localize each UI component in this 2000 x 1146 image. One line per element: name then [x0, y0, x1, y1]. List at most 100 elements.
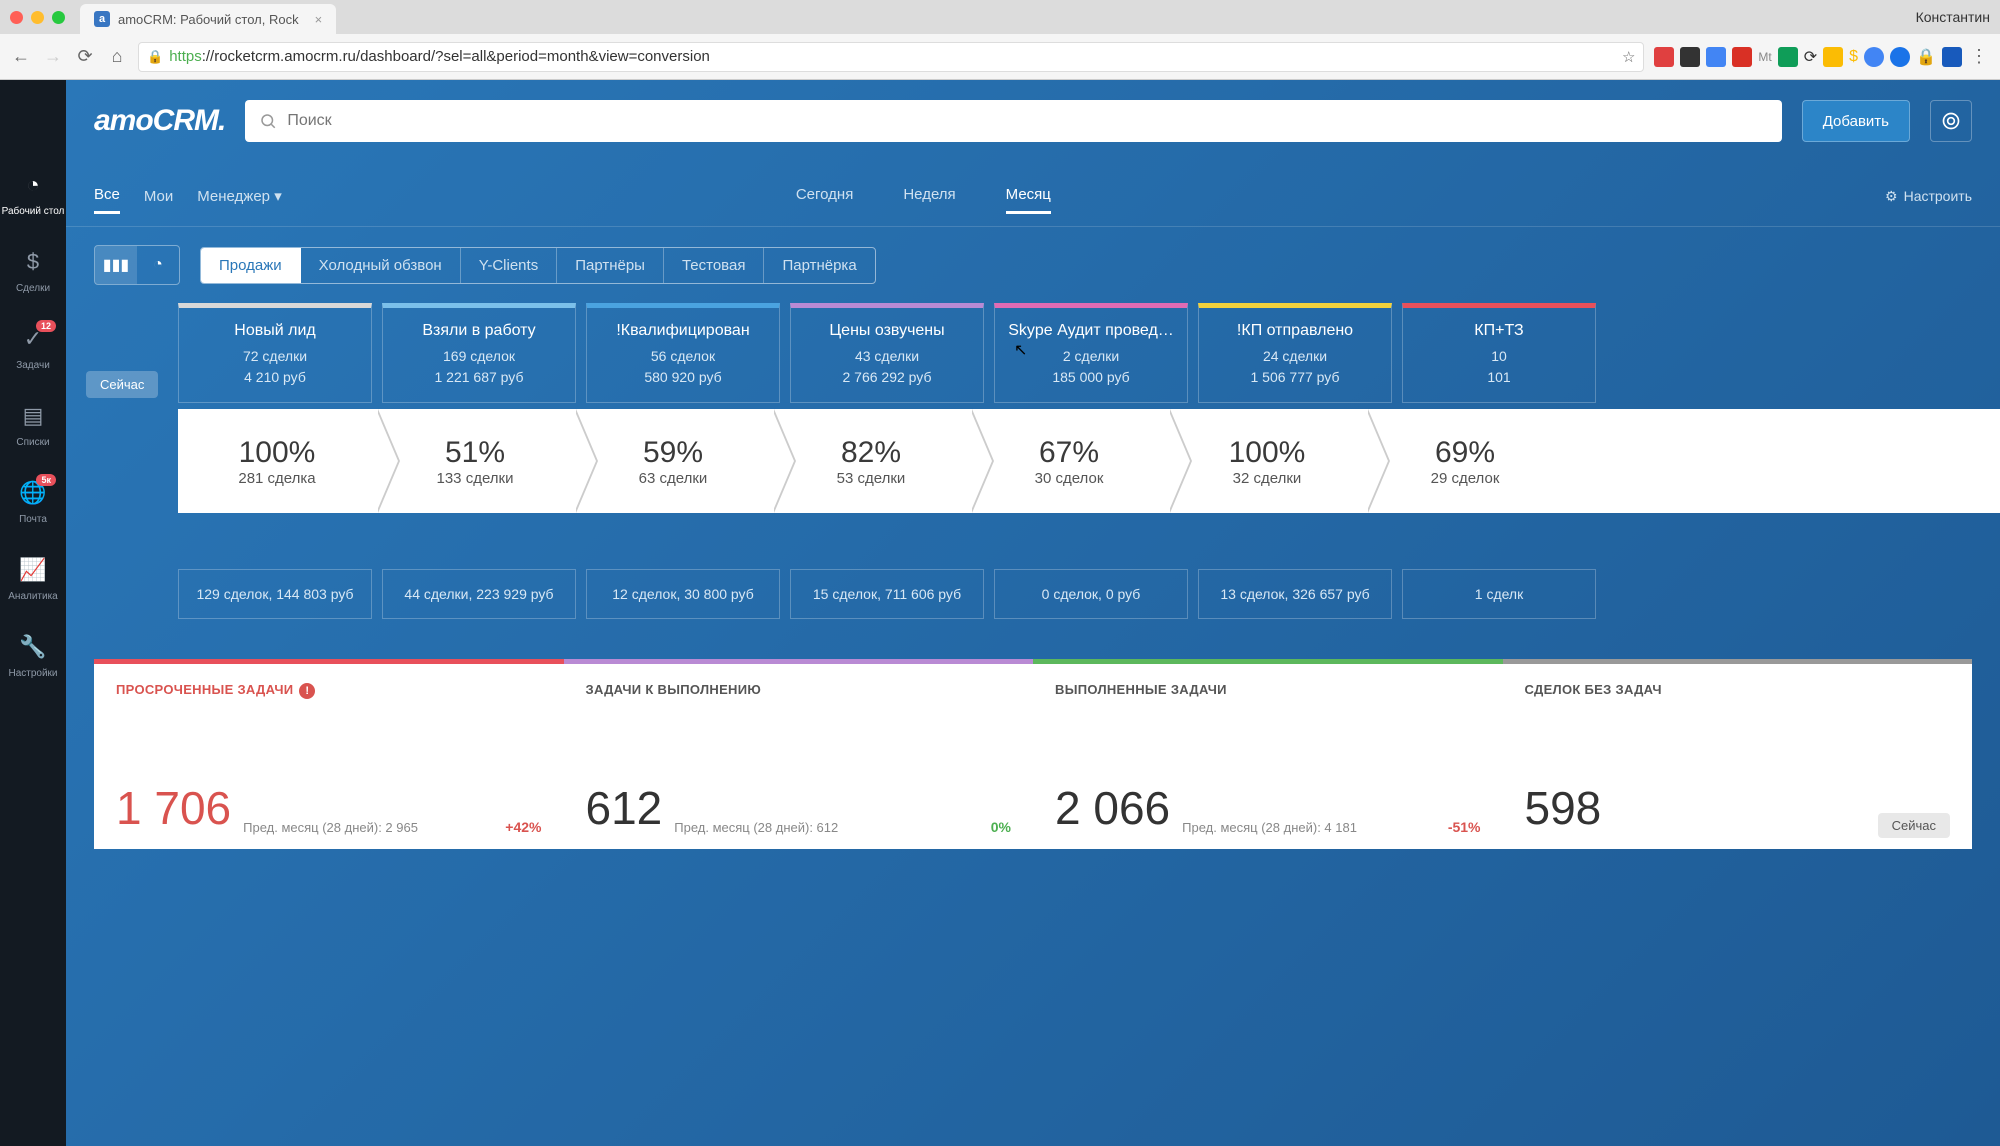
minimize-window-icon[interactable]: [31, 11, 44, 24]
tab-title: amoCRM: Рабочий стол, Rock: [118, 12, 299, 27]
close-window-icon[interactable]: [10, 11, 23, 24]
extension-icon[interactable]: [1706, 47, 1726, 67]
wrench-icon: 🔧: [18, 632, 48, 662]
task-card[interactable]: ЗАДАЧИ К ВЫПОЛНЕНИЮ 612 Пред. месяц (28 …: [564, 659, 1034, 849]
stage-title: !КП отправлено: [1207, 322, 1383, 340]
scope-tab-manager[interactable]: Менеджер ▾: [197, 179, 281, 213]
lost-cell: 12 сделок, 30 800 руб: [586, 569, 780, 619]
extension-icon[interactable]: Mt: [1758, 50, 1771, 64]
task-card[interactable]: ВЫПОЛНЕННЫЕ ЗАДАЧИ 2 066 Пред. месяц (28…: [1033, 659, 1503, 849]
add-button[interactable]: Добавить: [1802, 100, 1910, 142]
url-path: ://rocketcrm.amocrm.ru/dashboard/?sel=al…: [202, 48, 710, 65]
sidebar-item-label: Списки: [16, 437, 49, 448]
period-tabs: Сегодня Неделя Месяц: [796, 178, 1075, 214]
scope-tab-all[interactable]: Все: [94, 178, 120, 214]
sidebar-item-deals[interactable]: $ Сделки: [0, 247, 66, 294]
extension-icon[interactable]: [1864, 47, 1884, 67]
sidebar-item-analytics[interactable]: 📈 Аналитика: [0, 555, 66, 602]
extension-icon[interactable]: [1654, 47, 1674, 67]
bookmark-star-icon[interactable]: ☆: [1622, 48, 1635, 66]
stage-column[interactable]: !КП отправлено24 сделки1 506 777 руб: [1198, 303, 1392, 403]
close-tab-icon[interactable]: ×: [315, 12, 323, 27]
extension-icon[interactable]: [1778, 47, 1798, 67]
task-card[interactable]: СДЕЛОК БЕЗ ЗАДАЧ 598 Сейчас: [1503, 659, 1973, 849]
pipeline-tab[interactable]: Партнёры: [557, 248, 664, 283]
search-input[interactable]: [287, 112, 1767, 130]
maximize-window-icon[interactable]: [52, 11, 65, 24]
task-delta: 0%: [991, 819, 1011, 835]
badge-count: 5к: [36, 474, 56, 486]
chrome-profile-name[interactable]: Константин: [1916, 9, 1990, 25]
filters-row: Все Мои Менеджер ▾ Сегодня Неделя Месяц …: [66, 178, 2000, 227]
stage-column[interactable]: КП+ТЗ10101: [1402, 303, 1596, 403]
app-logo: amoCRM.: [94, 104, 225, 138]
extension-icon[interactable]: [1680, 47, 1700, 67]
chrome-menu-icon[interactable]: ⋮: [1968, 46, 1990, 68]
gauge-icon: ◔: [18, 170, 48, 200]
sidebar-item-label: Почта: [19, 514, 47, 525]
configure-link[interactable]: ⚙ Настроить: [1885, 188, 1972, 205]
extension-icon[interactable]: [1823, 47, 1843, 67]
stage-sum: 1 221 687 руб: [391, 367, 567, 388]
sidebar-item-settings[interactable]: 🔧 Настройки: [0, 632, 66, 679]
task-delta: -51%: [1448, 819, 1481, 835]
search-field[interactable]: [245, 100, 1781, 142]
chevron-down-icon: ▾: [274, 188, 282, 205]
reload-button[interactable]: ⟳: [74, 46, 96, 68]
sidebar-item-label: Аналитика: [8, 591, 58, 602]
extension-icon[interactable]: $: [1849, 48, 1858, 66]
dollar-icon: $: [18, 247, 48, 277]
pipeline-tab[interactable]: Холодный обзвон: [301, 248, 461, 283]
view-pie-button[interactable]: ◔: [137, 246, 179, 284]
extension-icon[interactable]: [1942, 47, 1962, 67]
home-button[interactable]: ⌂: [106, 46, 128, 68]
pipeline-tab[interactable]: Y-Clients: [461, 248, 557, 283]
window-controls[interactable]: [10, 11, 65, 24]
stage-column[interactable]: Новый лид72 сделки4 210 руб: [178, 303, 372, 403]
conversion-percent: 51%: [445, 436, 505, 470]
view-funnel-button[interactable]: ▮▮▮: [95, 246, 137, 284]
stage-column[interactable]: !Квалифицирован56 сделок580 920 руб: [586, 303, 780, 403]
lost-cell: 13 сделок, 326 657 руб: [1198, 569, 1392, 619]
sidebar-item-tasks[interactable]: 12 ✓ Задачи: [0, 324, 66, 371]
stage-deals: 43 сделки: [799, 346, 975, 367]
browser-tab[interactable]: a amoCRM: Рабочий стол, Rock ×: [80, 4, 336, 34]
url-scheme: https: [169, 48, 202, 65]
period-tab-today[interactable]: Сегодня: [796, 178, 854, 214]
sidebar-item-mail[interactable]: 5к 🌐 Почта: [0, 478, 66, 525]
pipeline-tab[interactable]: Тестовая: [664, 248, 764, 283]
scope-tab-mine[interactable]: Мои: [144, 180, 173, 213]
pipeline-tab[interactable]: Партнёрка: [764, 248, 874, 283]
sidebar-item-dashboard[interactable]: ◔ Рабочий стол: [0, 170, 66, 217]
extension-icon[interactable]: ⟳: [1804, 47, 1817, 67]
extension-icon[interactable]: [1890, 47, 1910, 67]
browser-tab-strip: a amoCRM: Рабочий стол, Rock × Константи…: [0, 0, 2000, 34]
period-tab-week[interactable]: Неделя: [903, 178, 955, 214]
task-card-title: ЗАДАЧИ К ВЫПОЛНЕНИЮ: [586, 682, 1012, 697]
conversion-percent: 59%: [643, 436, 703, 470]
pipeline-tabs: ПродажиХолодный обзвонY-ClientsПартнёрыТ…: [200, 247, 876, 284]
conversion-deals: 63 сделки: [639, 470, 708, 487]
stage-deals: 169 сделок: [391, 346, 567, 367]
funnel-area: Сейчас Новый лид72 сделки4 210 рубВзяли …: [66, 303, 2000, 619]
now-badge: Сейчас: [86, 371, 158, 398]
conversion-percent: 82%: [841, 436, 901, 470]
lost-cell: 15 сделок, 711 606 руб: [790, 569, 984, 619]
address-bar[interactable]: 🔒 https://rocketcrm.amocrm.ru/dashboard/…: [138, 42, 1644, 72]
conversion-percent: 67%: [1039, 436, 1099, 470]
notifications-button[interactable]: [1930, 100, 1972, 142]
view-row: ▮▮▮ ◔ ПродажиХолодный обзвонY-ClientsПар…: [66, 227, 2000, 303]
conversion-cell: 51%133 сделки: [376, 409, 574, 513]
sidebar-item-lists[interactable]: ▤ Списки: [0, 401, 66, 448]
extension-icon[interactable]: 🔒: [1916, 47, 1936, 67]
forward-button[interactable]: →: [42, 46, 64, 68]
stage-column[interactable]: Взяли в работу169 сделок1 221 687 руб: [382, 303, 576, 403]
conversion-deals: 29 сделок: [1431, 470, 1500, 487]
stage-column[interactable]: Цены озвучены43 сделки2 766 292 руб: [790, 303, 984, 403]
period-tab-month[interactable]: Месяц: [1006, 178, 1051, 214]
pipeline-tab[interactable]: Продажи: [201, 248, 301, 283]
back-button[interactable]: ←: [10, 46, 32, 68]
extension-icon[interactable]: [1732, 47, 1752, 67]
task-card[interactable]: ПРОСРОЧЕННЫЕ ЗАДАЧИ! 1 706 Пред. месяц (…: [94, 659, 564, 849]
stage-deals: 72 сделки: [187, 346, 363, 367]
